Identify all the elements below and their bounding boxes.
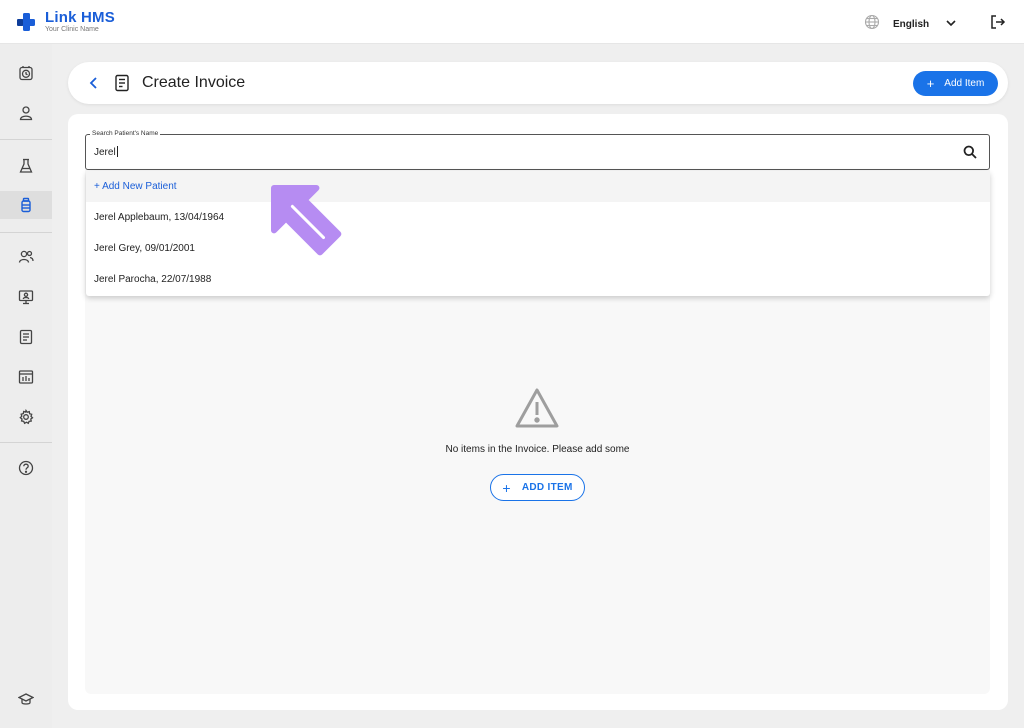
globe-icon xyxy=(864,14,880,35)
logout-icon[interactable] xyxy=(990,14,1006,35)
brand-tagline: Your Clinic Name xyxy=(45,26,99,33)
flask-icon[interactable] xyxy=(0,152,52,180)
sidebar xyxy=(0,44,52,728)
add-new-patient-option[interactable]: + Add New Patient xyxy=(86,171,990,202)
top-bar: Link HMS Your Clinic Name English xyxy=(0,0,1024,44)
report-icon[interactable] xyxy=(0,323,52,351)
language-selector[interactable]: English xyxy=(864,14,957,35)
help-icon[interactable] xyxy=(0,454,52,482)
chevron-down-icon[interactable] xyxy=(945,16,957,34)
warning-icon xyxy=(514,387,560,434)
patient-option[interactable]: Jerel Parocha, 22/07/1988 xyxy=(86,264,990,295)
invoice-icon xyxy=(114,74,130,97)
plus-icon: + xyxy=(502,479,511,496)
patient-suggestions-dropdown: + Add New Patient Jerel Applebaum, 13/04… xyxy=(86,171,990,296)
search-value: Jerel xyxy=(94,146,118,158)
monitor-user-icon[interactable] xyxy=(0,283,52,311)
patient-option[interactable]: Jerel Grey, 09/01/2001 xyxy=(86,233,990,264)
sidebar-divider xyxy=(0,442,52,443)
graduation-cap-icon[interactable] xyxy=(0,685,52,713)
add-item-button[interactable]: + Add Item xyxy=(913,71,998,96)
bottle-icon[interactable] xyxy=(0,191,52,219)
patient-search-input[interactable]: Jerel xyxy=(85,134,990,170)
plus-icon: + xyxy=(926,76,935,91)
back-arrow-icon[interactable] xyxy=(88,76,100,95)
empty-state-message: No items in the Invoice. Please add some xyxy=(445,444,630,455)
language-label: English xyxy=(893,19,930,30)
page-title: Create Invoice xyxy=(142,74,246,91)
analytics-icon[interactable] xyxy=(0,363,52,391)
users-icon[interactable] xyxy=(0,243,52,271)
annotation-arrow xyxy=(258,172,350,265)
search-label: Search Patient's Name xyxy=(90,130,161,138)
sidebar-divider xyxy=(0,139,52,140)
title-bar: Create Invoice + Add Item xyxy=(68,62,1008,104)
add-item-label: Add Item xyxy=(944,78,985,89)
add-item-outline-button[interactable]: + ADD ITEM xyxy=(490,474,585,501)
add-item-outline-label: ADD ITEM xyxy=(521,482,573,493)
brand-name: Link HMS xyxy=(45,9,115,26)
sidebar-divider xyxy=(0,232,52,233)
patient-option[interactable]: Jerel Applebaum, 13/04/1964 xyxy=(86,202,990,233)
search-icon[interactable] xyxy=(963,145,977,164)
clock-icon[interactable] xyxy=(0,59,52,87)
cross-logo-icon xyxy=(16,12,36,32)
settings-icon[interactable] xyxy=(0,403,52,431)
logo[interactable]: Link HMS Your Clinic Name xyxy=(16,10,115,33)
user-icon[interactable] xyxy=(0,99,52,127)
